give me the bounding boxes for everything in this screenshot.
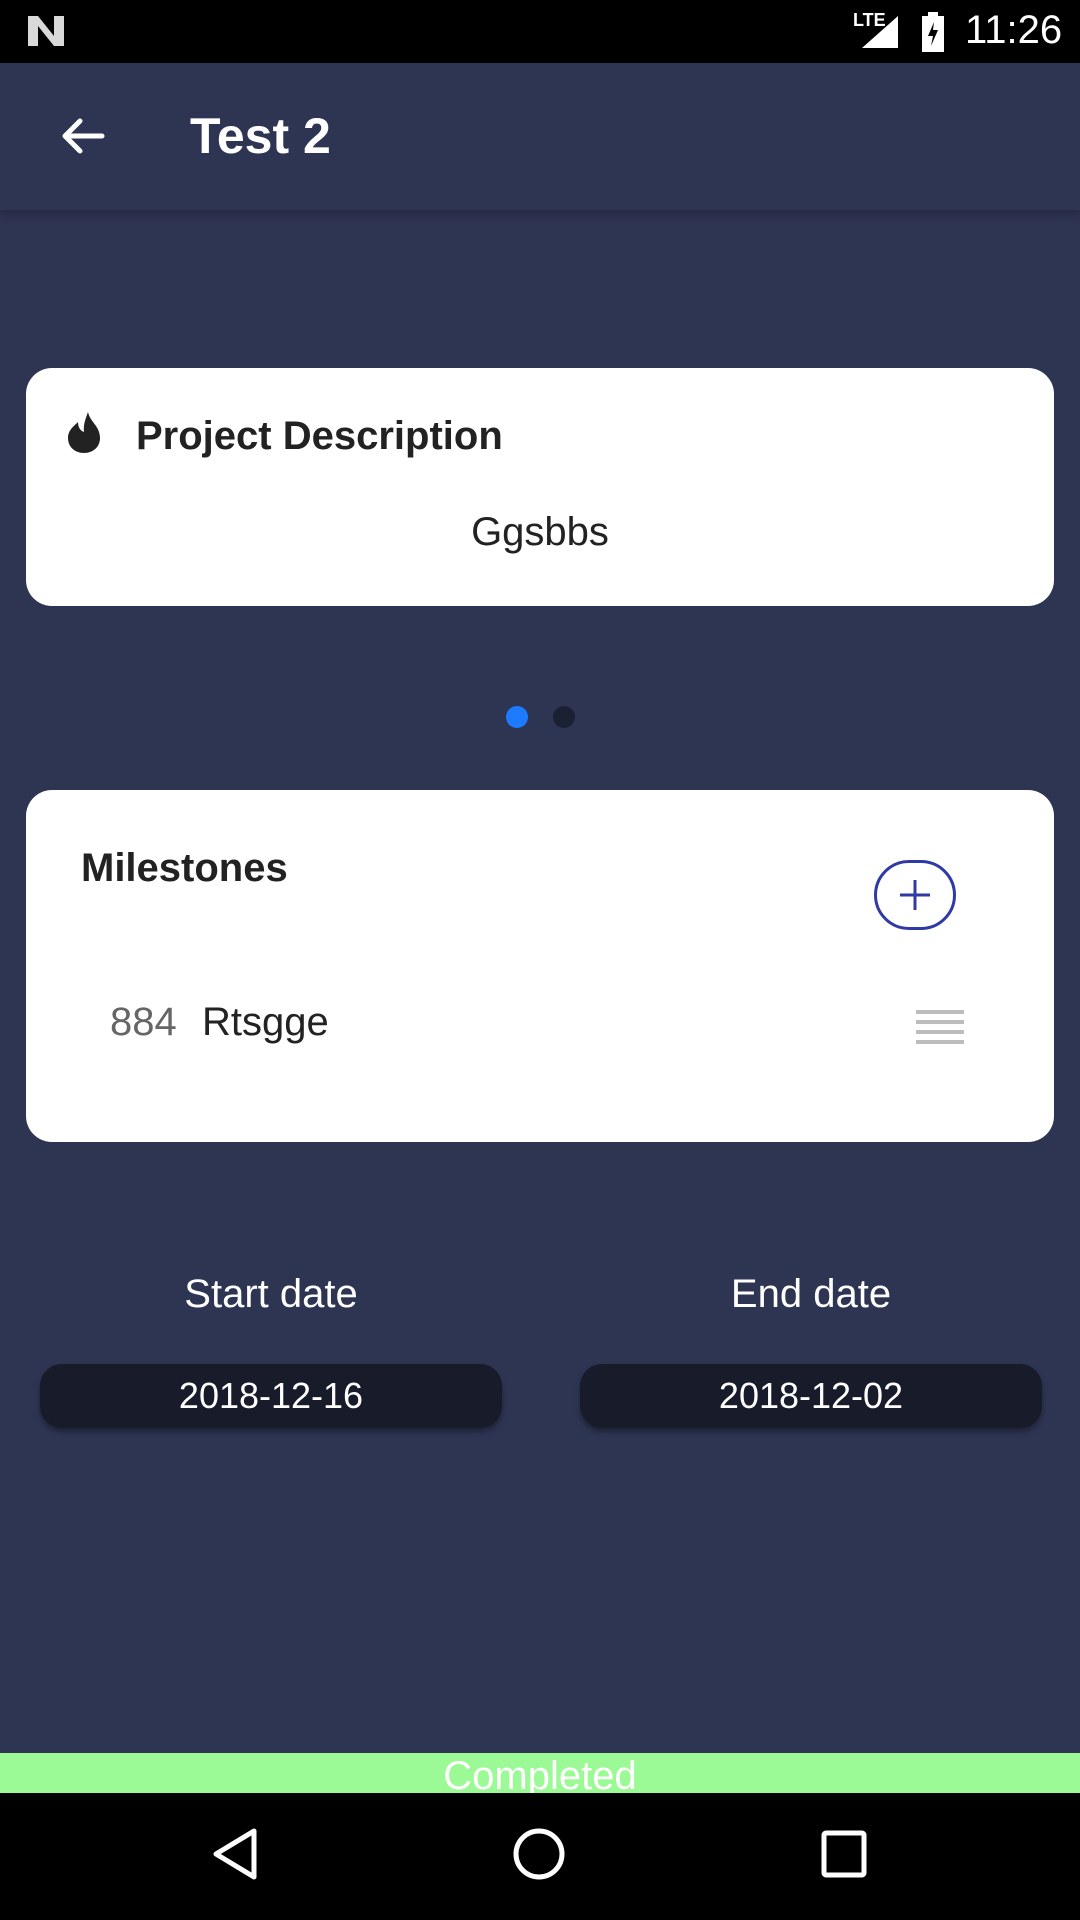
milestone-number: 884 bbox=[110, 1000, 177, 1044]
project-description-card[interactable]: Project Description Ggsbbs bbox=[26, 368, 1054, 606]
nav-back-icon[interactable] bbox=[210, 1827, 260, 1881]
nav-recents-icon[interactable] bbox=[820, 1827, 868, 1881]
status-label: Completed bbox=[443, 1754, 637, 1793]
page-dot-active[interactable] bbox=[506, 706, 528, 728]
milestone-item[interactable]: 884 Rtsgge bbox=[26, 1000, 1054, 1060]
clock: 11:26 bbox=[965, 8, 1063, 52]
signal-icon bbox=[862, 16, 898, 48]
page-indicator bbox=[0, 706, 1080, 730]
status-bar: LTE 11:26 bbox=[0, 0, 1080, 63]
flame-icon bbox=[68, 412, 100, 453]
notification-n-icon bbox=[28, 16, 64, 46]
battery-icon bbox=[922, 12, 944, 52]
drag-handle-icon[interactable] bbox=[916, 1008, 964, 1048]
description-title: Project Description bbox=[136, 414, 503, 458]
status-banner[interactable]: Completed bbox=[0, 1753, 1080, 1793]
start-date-label: Start date bbox=[184, 1272, 358, 1316]
page-title: Test 2 bbox=[190, 108, 331, 164]
add-milestone-button[interactable] bbox=[874, 860, 956, 930]
end-date-field[interactable]: 2018-12-02 bbox=[580, 1364, 1042, 1428]
start-date-field[interactable]: 2018-12-16 bbox=[40, 1364, 502, 1428]
end-date-label: End date bbox=[730, 1272, 892, 1316]
plus-icon bbox=[900, 880, 930, 910]
app-bar: Test 2 bbox=[0, 63, 1080, 210]
nav-home-icon[interactable] bbox=[512, 1827, 566, 1881]
page-dot[interactable] bbox=[553, 706, 575, 728]
description-text: Ggsbbs bbox=[471, 510, 609, 554]
system-nav-bar bbox=[0, 1793, 1080, 1920]
back-arrow-icon[interactable] bbox=[58, 111, 108, 161]
milestones-title: Milestones bbox=[81, 846, 288, 890]
milestones-card: Milestones 884 Rtsgge bbox=[26, 790, 1054, 1142]
milestone-name: Rtsgge bbox=[202, 1000, 329, 1044]
